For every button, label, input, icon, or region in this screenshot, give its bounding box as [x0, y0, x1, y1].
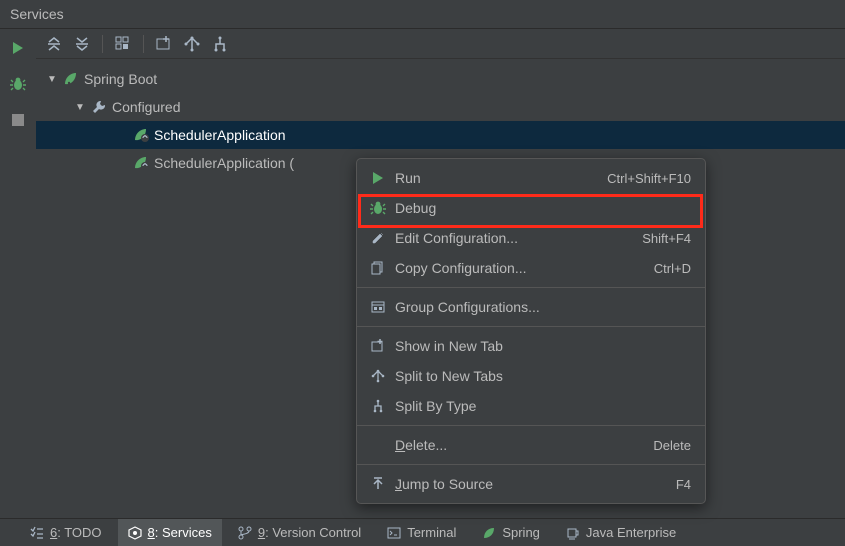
tree-node-label: SchedulerApplication: [154, 127, 286, 143]
javaee-icon: [566, 526, 580, 540]
horizontal-toolbar: [36, 29, 845, 59]
statusbar-spring-button[interactable]: Spring: [472, 519, 550, 546]
panel-title: Services: [0, 0, 845, 29]
menu-item-label: Debug: [395, 200, 679, 216]
group-button[interactable]: [111, 32, 135, 56]
menu-item-split[interactable]: Split to New Tabs: [357, 361, 705, 391]
expand-all-icon: [46, 36, 62, 52]
wrench-icon: [90, 100, 108, 114]
pencil-icon: [367, 231, 389, 245]
menu-item-label: Show in New Tab: [395, 338, 679, 354]
leaf-icon: [482, 526, 496, 540]
statusbar-services-button[interactable]: 8: Services: [118, 519, 222, 546]
menu-item-shortcut: Ctrl+D: [654, 261, 691, 276]
spring-app-icon: [132, 127, 150, 143]
menu-item-label: Edit Configuration...: [395, 230, 630, 246]
menu-item-label: Delete...: [395, 437, 641, 453]
terminal-icon: [387, 526, 401, 540]
branch-icon: [238, 526, 252, 540]
statusbar-todo-button[interactable]: 6: TODO: [20, 519, 112, 546]
chevron-down-icon: ▼: [74, 102, 86, 113]
menu-separator: [357, 326, 705, 327]
copy-icon: [367, 261, 389, 275]
menu-item-label: Run: [395, 170, 595, 186]
menu-item-jump[interactable]: Jump to Source F4: [357, 469, 705, 499]
toolbar-separator: [143, 35, 144, 53]
menu-item-edit[interactable]: Edit Configuration... Shift+F4: [357, 223, 705, 253]
spring-app-icon: [132, 155, 150, 171]
menu-item-shortcut: F4: [676, 477, 691, 492]
tree-node-label: SchedulerApplication (: [154, 155, 294, 171]
group-icon: [367, 300, 389, 314]
split-icon: [367, 369, 389, 383]
statusbar-java-enterprise-button[interactable]: Java Enterprise: [556, 519, 686, 546]
tree-node-label: Spring Boot: [84, 71, 157, 87]
menu-separator: [357, 464, 705, 465]
newtab-icon: [156, 36, 172, 52]
checklist-icon: [30, 526, 44, 540]
bug-icon: [367, 200, 389, 216]
collapse-all-icon: [74, 36, 90, 52]
menu-item-run[interactable]: Run Ctrl+Shift+F10: [357, 163, 705, 193]
tree-node-springboot[interactable]: ▼ Spring Boot: [36, 65, 845, 93]
split-by-type-button[interactable]: [208, 32, 232, 56]
menu-item-debug[interactable]: Debug: [357, 193, 705, 223]
bug-icon: [10, 76, 26, 92]
services-icon: [128, 526, 142, 540]
context-menu: Run Ctrl+Shift+F10 Debug Edit Configuration…: [356, 158, 706, 504]
menu-item-label: Group Configurations...: [395, 299, 679, 315]
menu-item-shortcut: Shift+F4: [642, 231, 691, 246]
statusbar-terminal-button[interactable]: Terminal: [377, 519, 466, 546]
newtab-icon: [367, 339, 389, 353]
tree-node-configured[interactable]: ▼ Configured: [36, 93, 845, 121]
menu-item-shortcut: Ctrl+Shift+F10: [607, 171, 691, 186]
group-icon: [115, 36, 131, 52]
menu-item-shortcut: Delete: [653, 438, 691, 453]
menu-item-label: Copy Configuration...: [395, 260, 642, 276]
menu-item-copy[interactable]: Copy Configuration... Ctrl+D: [357, 253, 705, 283]
menu-item-label: Split to New Tabs: [395, 368, 679, 384]
splittype-icon: [212, 36, 228, 52]
run-button[interactable]: [7, 37, 29, 59]
play-icon: [11, 41, 25, 55]
menu-separator: [357, 425, 705, 426]
statusbar-version-control-button[interactable]: 9: Version Control: [228, 519, 371, 546]
jump-icon: [367, 477, 389, 491]
splittype-icon: [367, 399, 389, 413]
menu-item-newtab[interactable]: Show in New Tab: [357, 331, 705, 361]
tree-node-label: Configured: [112, 99, 181, 115]
debug-button[interactable]: [7, 73, 29, 95]
menu-item-splittype[interactable]: Split By Type: [357, 391, 705, 421]
stop-icon: [12, 114, 24, 126]
collapse-all-button[interactable]: [70, 32, 94, 56]
menu-item-label: Split By Type: [395, 398, 679, 414]
split-icon: [184, 36, 200, 52]
chevron-down-icon: ▼: [46, 74, 58, 85]
spring-leaf-icon: [62, 71, 80, 87]
menu-item-group[interactable]: Group Configurations...: [357, 292, 705, 322]
tree-node-app-selected[interactable]: SchedulerApplication: [36, 121, 845, 149]
stop-button[interactable]: [7, 109, 29, 131]
vertical-toolbar: [0, 29, 36, 518]
menu-item-delete[interactable]: Delete... Delete: [357, 430, 705, 460]
menu-separator: [357, 287, 705, 288]
status-bar: 6: TODO 8: Services 9: Version Control T…: [0, 518, 845, 546]
toolbar-separator: [102, 35, 103, 53]
expand-all-button[interactable]: [42, 32, 66, 56]
menu-item-label: Jump to Source: [395, 476, 664, 492]
split-tabs-button[interactable]: [180, 32, 204, 56]
play-icon: [367, 171, 389, 185]
new-tab-button[interactable]: [152, 32, 176, 56]
